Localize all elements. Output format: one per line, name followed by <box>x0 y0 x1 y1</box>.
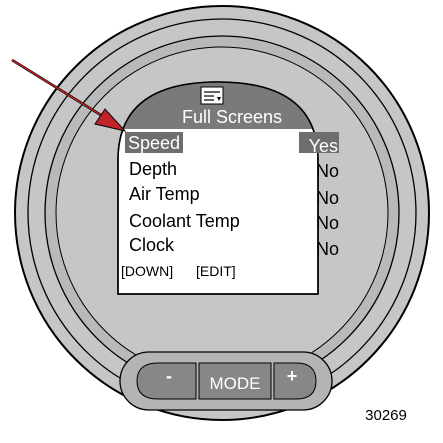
menu-item-value: No <box>316 213 339 233</box>
softkey-down-label: [DOWN] <box>121 263 173 279</box>
menu-item-label: Depth <box>129 159 177 179</box>
menu-item-label: Air Temp <box>129 184 200 204</box>
softkey-edit-label: [EDIT] <box>196 263 236 279</box>
gauge-illustration: Full Screens Speed Yes Depth No Air Temp… <box>11 5 430 424</box>
menu-item-value: No <box>316 239 339 259</box>
screens-menu-icon <box>200 86 224 105</box>
figure-number: 30269 <box>365 407 407 424</box>
mode-button[interactable]: MODE <box>198 362 272 400</box>
menu-item-label: Coolant Temp <box>129 211 240 231</box>
plus-button-label: + <box>287 366 298 386</box>
menu-item-label: Speed <box>128 133 180 153</box>
menu-item-value: Yes <box>309 136 338 156</box>
gauge-diagram: Full Screens Speed Yes Depth No Air Temp… <box>0 0 443 438</box>
mode-button-label: MODE <box>210 374 261 393</box>
menu-item-value: No <box>316 188 339 208</box>
screen-title: Full Screens <box>182 107 282 127</box>
plus-button[interactable]: + <box>273 362 317 400</box>
minus-button[interactable]: - <box>136 362 197 400</box>
menu-item-value: No <box>316 161 339 181</box>
menu-item-label: Clock <box>129 235 175 255</box>
minus-button-label: - <box>166 366 172 386</box>
